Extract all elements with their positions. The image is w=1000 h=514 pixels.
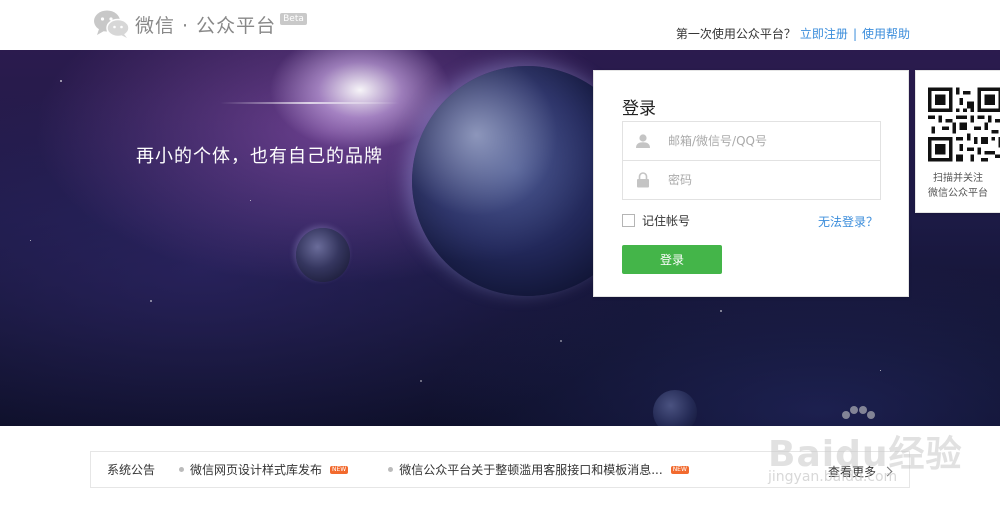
qr-code-panel: 扫描并关注 微信公众平台 xyxy=(915,70,1000,213)
notice-label: 系统公告 xyxy=(107,463,156,477)
qr-caption-line1: 扫描并关注 xyxy=(933,173,983,184)
username-input[interactable] xyxy=(668,134,868,148)
top-links: 第一次使用公众平台？ 立即注册 | 使用帮助 xyxy=(676,25,910,42)
banner-slogan: 再小的个体，也有自己的品牌 xyxy=(136,146,383,167)
lock-icon xyxy=(623,161,663,199)
star xyxy=(250,200,251,201)
star xyxy=(720,310,722,312)
cannot-login-link[interactable]: 无法登录？ xyxy=(818,213,878,230)
password-input[interactable] xyxy=(668,173,868,187)
logo-title: 微信 · 公众平台 xyxy=(135,14,277,37)
star xyxy=(560,340,562,342)
view-more-label[interactable]: 查看更多 xyxy=(828,463,876,480)
login-title: 登录 xyxy=(622,99,656,119)
help-link[interactable]: 使用帮助 xyxy=(862,25,910,42)
star xyxy=(60,80,62,82)
small-planet xyxy=(296,228,350,282)
remember-checkbox[interactable] xyxy=(622,214,635,227)
top-header: 微信 · 公众平台 Beta 第一次使用公众平台？ 立即注册 | 使用帮助 xyxy=(0,0,1000,50)
bullet-dot xyxy=(179,467,184,472)
system-notice-bar: 系统公告 微信网页设计样式库发布 NEW 微信公众平台关于整顿滥用客服接口和模板… xyxy=(90,451,910,488)
qr-caption-line2: 微信公众平台 xyxy=(928,188,988,199)
user-icon xyxy=(623,122,663,160)
star xyxy=(880,370,881,371)
light-flare xyxy=(220,102,400,104)
login-panel: 登录 记住帐号 无法登录？ 登录 xyxy=(593,70,909,297)
login-button[interactable]: 登录 xyxy=(622,245,722,274)
beta-badge: Beta xyxy=(280,13,307,25)
distant-planet xyxy=(653,390,697,426)
logo[interactable]: 微信 · 公众平台 Beta xyxy=(93,9,307,39)
new-badge: NEW xyxy=(670,465,689,474)
view-more-link[interactable]: 查看更多 xyxy=(828,463,893,480)
bullet-dot xyxy=(388,467,394,472)
wechat-logo-icon xyxy=(93,9,131,39)
qr-caption: 扫描并关注 微信公众平台 xyxy=(916,171,1000,201)
remember-account[interactable]: 记住帐号 xyxy=(622,212,690,229)
notice-item[interactable]: 微信网页设计样式库发布 NEW xyxy=(179,461,349,478)
password-field[interactable] xyxy=(622,160,881,200)
remember-label: 记住帐号 xyxy=(642,214,691,228)
first-time-text: 第一次使用公众平台？ xyxy=(675,27,796,41)
qr-code-image xyxy=(928,87,1000,162)
link-separator: | xyxy=(852,26,857,41)
star xyxy=(150,300,152,302)
star xyxy=(30,240,31,241)
notice-item-text[interactable]: 微信网页设计样式库发布 xyxy=(190,461,322,478)
notice-item[interactable]: 微信公众平台关于整顿滥用客服接口和模板消息... NEW xyxy=(388,461,689,478)
star xyxy=(420,380,422,382)
chevron-right-icon xyxy=(882,466,893,477)
new-badge: NEW xyxy=(330,465,349,474)
notice-item-text[interactable]: 微信公众平台关于整顿滥用客服接口和模板消息... xyxy=(399,461,662,478)
register-link[interactable]: 立即注册 xyxy=(800,25,848,42)
username-field[interactable] xyxy=(622,121,881,161)
